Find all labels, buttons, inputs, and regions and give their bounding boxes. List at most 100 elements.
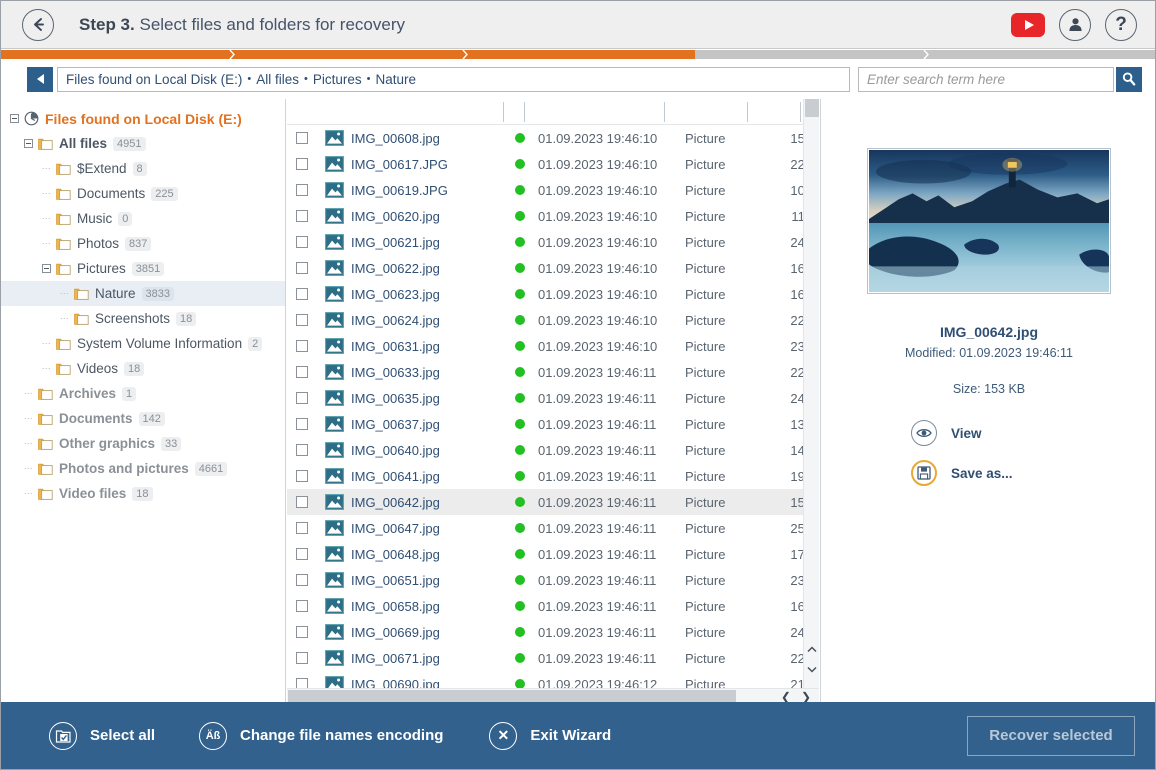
file-name-cell[interactable]: IMG_00620.jpg [351, 209, 502, 224]
row-checkbox[interactable] [296, 314, 308, 326]
back-button[interactable] [22, 8, 54, 41]
column-divider[interactable] [800, 102, 801, 122]
file-name-cell[interactable]: IMG_00608.jpg [351, 131, 502, 146]
sidebar-item-photos[interactable]: ⋯ Photos 837 [1, 231, 285, 256]
file-name-cell[interactable]: IMG_00651.jpg [351, 573, 502, 588]
row-checkbox[interactable] [296, 366, 308, 378]
row-checkbox[interactable] [296, 288, 308, 300]
search-button[interactable] [1116, 66, 1142, 92]
table-row[interactable]: IMG_00647.jpg 01.09.2023 19:46:11 Picture 2… [287, 515, 819, 541]
file-name-cell[interactable]: IMG_00669.jpg [351, 625, 502, 640]
row-checkbox[interactable] [296, 496, 308, 508]
file-name-cell[interactable]: IMG_00619.JPG [351, 183, 502, 198]
file-name-cell[interactable]: IMG_00637.jpg [351, 417, 502, 432]
row-checkbox[interactable] [296, 392, 308, 404]
table-row[interactable]: IMG_00622.jpg 01.09.2023 19:46:10 Picture 1… [287, 255, 819, 281]
row-checkbox[interactable] [296, 574, 308, 586]
row-checkbox[interactable] [296, 210, 308, 222]
sidebar-item-photos-and-pictures[interactable]: ⋯ Photos and pictures 4661 [1, 456, 285, 481]
table-row[interactable]: IMG_00621.jpg 01.09.2023 19:46:10 Picture 2… [287, 229, 819, 255]
help-button[interactable]: ? [1105, 8, 1137, 41]
row-checkbox[interactable] [296, 652, 308, 664]
sidebar-item-archives[interactable]: ⋯ Archives 1 [1, 381, 285, 406]
file-name-cell[interactable]: IMG_00640.jpg [351, 443, 502, 458]
table-row[interactable]: IMG_00624.jpg 01.09.2023 19:46:10 Picture 2… [287, 307, 819, 333]
sidebar-item-extend[interactable]: ⋯ $Extend 8 [1, 156, 285, 181]
sidebar-item-videos[interactable]: ⋯ Videos 18 [1, 356, 285, 381]
table-row[interactable]: IMG_00642.jpg 01.09.2023 19:46:11 Picture 1… [287, 489, 819, 515]
file-name-cell[interactable]: IMG_00647.jpg [351, 521, 502, 536]
tree-collapse-toggle[interactable] [9, 113, 20, 124]
search-input[interactable]: Enter search term here [858, 66, 1114, 92]
file-name-cell[interactable]: IMG_00621.jpg [351, 235, 502, 250]
column-divider[interactable] [747, 102, 748, 122]
select-all-button[interactable]: Select all [49, 721, 155, 750]
column-divider[interactable] [503, 102, 504, 122]
scroll-up-button[interactable] [805, 641, 819, 657]
breadcrumb-segment[interactable]: All files [256, 72, 299, 87]
table-row[interactable]: IMG_00658.jpg 01.09.2023 19:46:11 Picture 1… [287, 593, 819, 619]
file-name-cell[interactable]: IMG_00623.jpg [351, 287, 502, 302]
file-list-column-headers[interactable] [287, 99, 819, 125]
table-row[interactable]: IMG_00641.jpg 01.09.2023 19:46:11 Picture 1… [287, 463, 819, 489]
folder-tree-sidebar[interactable]: Files found on Local Disk (E:) All files 4… [1, 99, 286, 704]
row-checkbox[interactable] [296, 444, 308, 456]
row-checkbox[interactable] [296, 158, 308, 170]
file-list-vertical-scrollbar[interactable] [803, 99, 819, 704]
sidebar-item-pictures[interactable]: Pictures 3851 [1, 256, 285, 281]
row-checkbox[interactable] [296, 236, 308, 248]
breadcrumb-back-button[interactable] [27, 66, 53, 92]
file-name-cell[interactable]: IMG_00622.jpg [351, 261, 502, 276]
breadcrumb-segment[interactable]: Pictures [313, 72, 362, 87]
row-checkbox[interactable] [296, 418, 308, 430]
column-divider[interactable] [524, 102, 525, 122]
file-name-cell[interactable]: IMG_00642.jpg [351, 495, 502, 510]
sidebar-item-files-found-on-local-disk-e[interactable]: Files found on Local Disk (E:) [1, 106, 285, 131]
file-name-cell[interactable]: IMG_00631.jpg [351, 339, 502, 354]
view-action[interactable]: View [911, 420, 1111, 446]
table-row[interactable]: IMG_00623.jpg 01.09.2023 19:46:10 Picture 1… [287, 281, 819, 307]
row-checkbox[interactable] [296, 548, 308, 560]
sidebar-item-documents[interactable]: ⋯ Documents 142 [1, 406, 285, 431]
breadcrumb[interactable]: Files found on Local Disk (E:) • All files… [57, 66, 850, 92]
table-row[interactable]: IMG_00648.jpg 01.09.2023 19:46:11 Picture 1… [287, 541, 819, 567]
file-name-cell[interactable]: IMG_00658.jpg [351, 599, 502, 614]
table-row[interactable]: IMG_00637.jpg 01.09.2023 19:46:11 Picture 1… [287, 411, 819, 437]
table-row[interactable]: IMG_00620.jpg 01.09.2023 19:46:10 Picture 1… [287, 203, 819, 229]
vertical-scrollbar-thumb[interactable] [805, 99, 819, 117]
sidebar-item-video-files[interactable]: ⋯ Video files 18 [1, 481, 285, 506]
tree-collapse-toggle[interactable] [41, 263, 52, 274]
table-row[interactable]: IMG_00633.jpg 01.09.2023 19:46:11 Picture 2… [287, 359, 819, 385]
file-name-cell[interactable]: IMG_00635.jpg [351, 391, 502, 406]
row-checkbox[interactable] [296, 600, 308, 612]
scroll-down-button[interactable] [805, 661, 819, 677]
row-checkbox[interactable] [296, 626, 308, 638]
sidebar-item-screenshots[interactable]: ⋯ Screenshots 18 [1, 306, 285, 331]
table-row[interactable]: IMG_00669.jpg 01.09.2023 19:46:11 Picture 2… [287, 619, 819, 645]
sidebar-item-all-files[interactable]: All files 4951 [1, 131, 285, 156]
recover-selected-button[interactable]: Recover selected [967, 715, 1135, 756]
row-checkbox[interactable] [296, 262, 308, 274]
file-name-cell[interactable]: IMG_00633.jpg [351, 365, 502, 380]
tree-collapse-toggle[interactable] [23, 138, 34, 149]
column-divider[interactable] [664, 102, 665, 122]
table-row[interactable]: IMG_00617.JPG 01.09.2023 19:46:10 Picture 2… [287, 151, 819, 177]
file-name-cell[interactable]: IMG_00648.jpg [351, 547, 502, 562]
breadcrumb-segment[interactable]: Nature [375, 72, 416, 87]
row-checkbox[interactable] [296, 132, 308, 144]
save-as-action[interactable]: Save as... [911, 460, 1111, 486]
file-name-cell[interactable]: IMG_00641.jpg [351, 469, 502, 484]
table-row[interactable]: IMG_00608.jpg 01.09.2023 19:46:10 Picture 1… [287, 125, 819, 151]
row-checkbox[interactable] [296, 470, 308, 482]
sidebar-item-nature[interactable]: ⋯ Nature 3833 [1, 281, 285, 306]
youtube-icon[interactable] [1011, 12, 1045, 37]
sidebar-item-system-volume-information[interactable]: ⋯ System Volume Information 2 [1, 331, 285, 356]
table-row[interactable]: IMG_00640.jpg 01.09.2023 19:46:11 Picture 1… [287, 437, 819, 463]
table-row[interactable]: IMG_00635.jpg 01.09.2023 19:46:11 Picture 2… [287, 385, 819, 411]
sidebar-item-other-graphics[interactable]: ⋯ Other graphics 33 [1, 431, 285, 456]
file-name-cell[interactable]: IMG_00624.jpg [351, 313, 502, 328]
file-name-cell[interactable]: IMG_00617.JPG [351, 157, 502, 172]
table-row[interactable]: IMG_00671.jpg 01.09.2023 19:46:11 Picture 2… [287, 645, 819, 671]
change-encoding-button[interactable]: Äß Change file names encoding [199, 721, 443, 750]
account-button[interactable] [1059, 8, 1091, 41]
